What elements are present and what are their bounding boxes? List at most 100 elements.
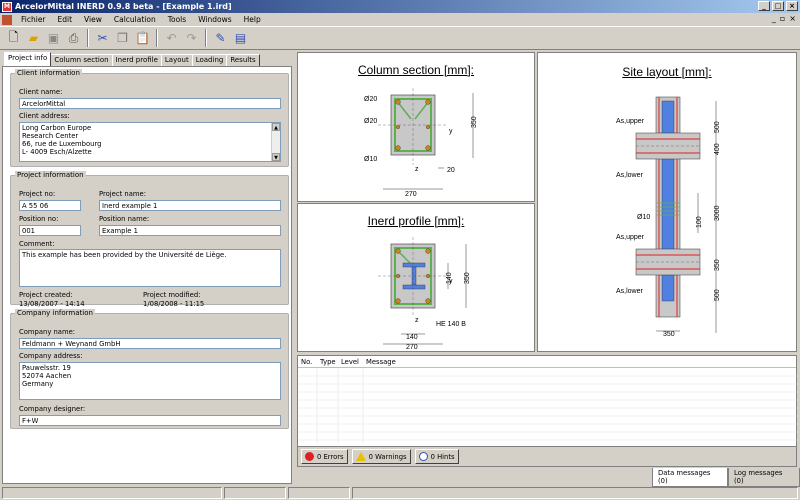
mdi-minimize-button[interactable]: _ xyxy=(772,14,776,23)
menu-view[interactable]: View xyxy=(78,15,108,24)
bar-label-top: Ø20 xyxy=(364,96,377,103)
menu-help[interactable]: Help xyxy=(238,15,267,24)
scroll-down-icon[interactable]: ▼ xyxy=(272,153,280,161)
height-label: 350 xyxy=(464,272,471,284)
address-line: Research Center xyxy=(22,132,79,140)
minimize-button[interactable]: _ xyxy=(758,1,770,11)
status-panel xyxy=(288,487,350,499)
company-designer-field[interactable]: F+W xyxy=(19,415,281,426)
bar-label-stirrup: Ø10 xyxy=(364,156,377,163)
paste-icon[interactable]: 📋 xyxy=(133,29,152,48)
stirrup-bar-label: Ø10 xyxy=(637,214,650,221)
message-tabs: Data messages (0) Log messages (0) xyxy=(652,468,800,487)
dim-top-label: 500 xyxy=(714,121,721,133)
open-folder-icon[interactable]: ▰ xyxy=(24,29,43,48)
tab-data-messages[interactable]: Data messages (0) xyxy=(652,468,729,487)
hints-button[interactable]: 0 Hints xyxy=(414,449,459,464)
error-icon xyxy=(305,452,314,461)
company-name-field[interactable]: Feldmann + Weynand GmbH xyxy=(19,338,281,349)
warnings-button[interactable]: 0 Warnings xyxy=(351,449,411,464)
menu-calculation[interactable]: Calculation xyxy=(108,15,162,24)
flange-width-label: 140 xyxy=(406,334,418,341)
document-icon[interactable] xyxy=(2,14,12,25)
menu-edit[interactable]: Edit xyxy=(52,15,79,24)
tab-results[interactable]: Results xyxy=(226,54,260,66)
copy-icon[interactable]: ❐ xyxy=(113,29,132,48)
tab-column-section[interactable]: Column section xyxy=(50,54,113,66)
print-icon[interactable]: ⎙ xyxy=(64,29,83,48)
close-button[interactable]: × xyxy=(786,1,798,11)
hints-count: 0 Hints xyxy=(430,452,455,461)
app-icon: M xyxy=(2,1,12,12)
new-file-icon[interactable]: 🗋 xyxy=(4,29,23,48)
cut-icon[interactable]: ✂ xyxy=(93,29,112,48)
menu-fichier[interactable]: Fichier xyxy=(15,15,52,24)
address-scrollbar[interactable]: ▲ ▼ xyxy=(271,123,280,161)
toolbar-separator xyxy=(156,29,158,47)
tab-loading[interactable]: Loading xyxy=(191,54,228,66)
status-panel xyxy=(352,487,798,499)
company-address-field[interactable]: Pauwelsstr. 19 52074 Aachen Germany xyxy=(19,362,281,400)
position-no-field[interactable]: 001 xyxy=(19,225,81,236)
save-icon[interactable]: ▣ xyxy=(44,29,63,48)
tab-inerd-profile[interactable]: Inerd profile xyxy=(111,54,162,66)
project-name-field[interactable]: Inerd example 1 xyxy=(99,200,281,211)
project-modified-label: Project modified: xyxy=(143,291,201,299)
maximize-button[interactable]: □ xyxy=(772,1,784,11)
project-no-field[interactable]: A 55 06 xyxy=(19,200,81,211)
as-upper-label: As,upper xyxy=(616,234,645,241)
column-header-no[interactable]: No. xyxy=(298,358,317,366)
undo-icon[interactable]: ↶ xyxy=(162,29,181,48)
address-line: Germany xyxy=(22,380,54,388)
site-layout-drawing: As,upper As,lower As,upper As,lower Ø10 … xyxy=(616,96,721,338)
project-created-value: 13/08/2007 - 14:14 xyxy=(19,300,85,308)
window-title: ArcelorMittal INERD 0.9.8 beta - [Exampl… xyxy=(15,2,232,11)
status-panel xyxy=(224,487,286,499)
scroll-up-icon[interactable]: ▲ xyxy=(272,123,280,131)
menu-windows[interactable]: Windows xyxy=(192,15,237,24)
mdi-close-button[interactable]: × xyxy=(789,14,796,23)
dim-100-label: 100 xyxy=(696,216,703,228)
inerd-profile-drawing: 140 350 140 270 HE 140 B y z xyxy=(378,237,471,351)
report-icon[interactable]: ▤ xyxy=(231,29,250,48)
comment-field[interactable]: This example has been provided by the Un… xyxy=(19,249,281,287)
client-name-field[interactable]: ArcelorMittal xyxy=(19,98,281,109)
position-name-field[interactable]: Example 1 xyxy=(99,225,281,236)
client-name-label: Client name: xyxy=(19,88,63,96)
company-name-label: Company name: xyxy=(19,328,76,336)
column-header-type[interactable]: Type xyxy=(317,358,338,366)
axis-y-label: y xyxy=(449,128,453,135)
project-no-label: Project no: xyxy=(19,190,56,198)
redo-icon[interactable]: ↷ xyxy=(182,29,201,48)
toolbar-separator xyxy=(205,29,207,47)
toolbar-separator xyxy=(87,29,89,47)
address-line: Pauwelsstr. 19 xyxy=(22,364,71,372)
group-legend: Company information xyxy=(15,309,95,317)
messages-grid[interactable] xyxy=(298,368,798,443)
group-legend: Project information xyxy=(15,171,86,179)
errors-button[interactable]: 0 Errors xyxy=(301,449,348,464)
position-no-label: Position no: xyxy=(19,215,59,223)
column-header-message[interactable]: Message xyxy=(363,358,396,366)
inerd-profile-pane: Inerd profile [mm]: 140 350 140 270 HE 1… xyxy=(297,203,535,352)
tab-bar: Project info Column section Inerd profil… xyxy=(2,52,292,66)
column-section-pane: Column section [mm]: Ø20 Ø20 Ø10 350 270… xyxy=(297,52,535,202)
client-address-field[interactable]: Long Carbon Europe Research Center 66, r… xyxy=(19,122,281,162)
project-created-label: Project created: xyxy=(19,291,73,299)
cover-label: 20 xyxy=(447,167,455,174)
tab-layout[interactable]: Layout xyxy=(160,54,193,66)
client-address-label: Client address: xyxy=(19,112,70,120)
project-information-group: Project information Project no: A 55 06 … xyxy=(10,171,289,308)
tab-project-info[interactable]: Project info xyxy=(4,52,52,66)
tab-log-messages[interactable]: Log messages (0) xyxy=(728,468,800,487)
dim-3000-label: 3000 xyxy=(714,205,721,221)
site-layout-pane: Site layout [mm]: As,upper As,lower As,u… xyxy=(537,52,797,352)
width-label: 270 xyxy=(405,191,417,198)
as-lower-label: As,lower xyxy=(616,288,644,295)
menu-tools[interactable]: Tools xyxy=(162,15,192,24)
column-header-level[interactable]: Level xyxy=(338,358,363,366)
check-icon[interactable]: ✎ xyxy=(211,29,230,48)
mdi-restore-button[interactable]: ▫ xyxy=(780,14,785,23)
toolbar: 🗋 ▰ ▣ ⎙ ✂ ❐ 📋 ↶ ↷ ✎ ▤ xyxy=(0,26,800,50)
address-line: Long Carbon Europe xyxy=(22,124,92,132)
